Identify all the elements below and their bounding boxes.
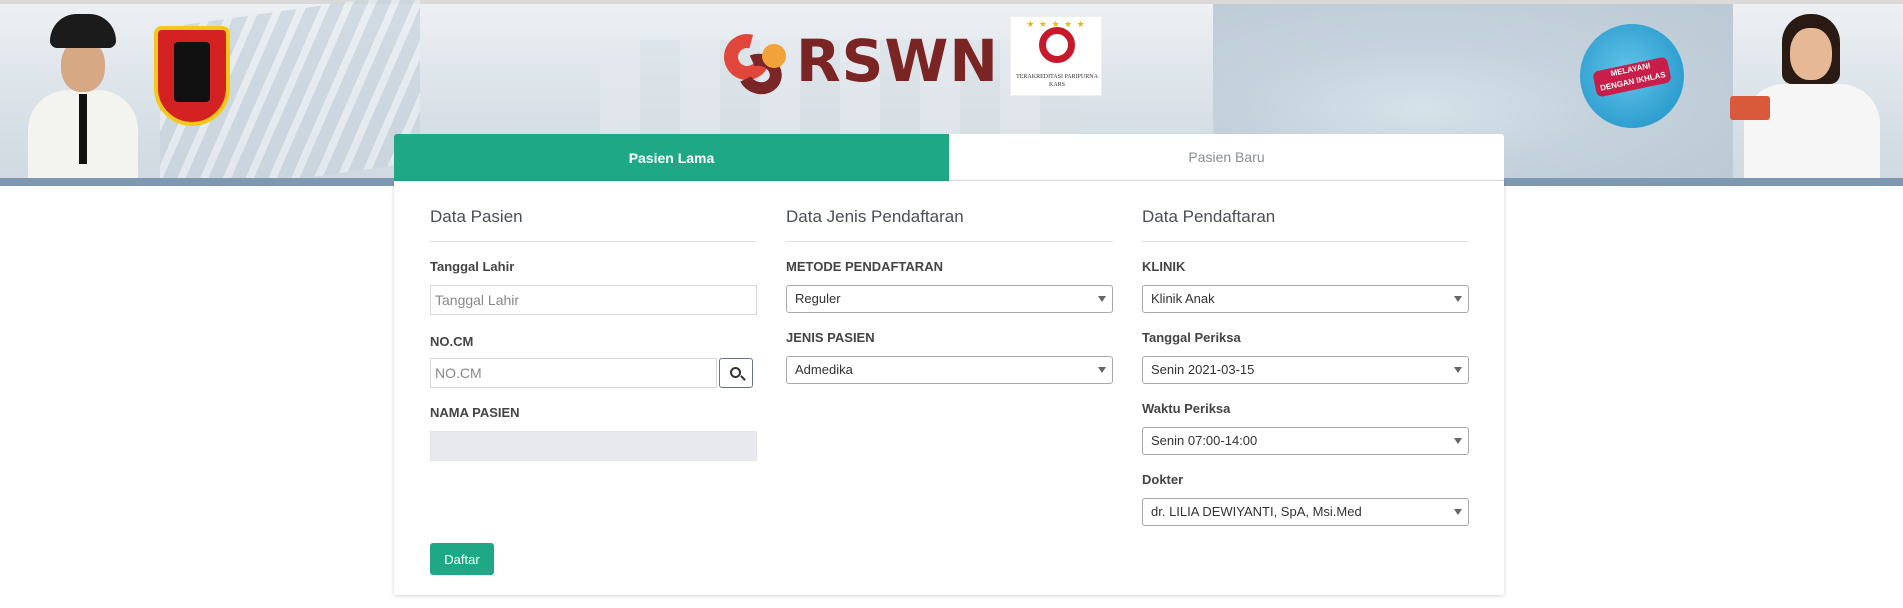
brand-name: RSWN	[796, 27, 999, 95]
tanggal-lahir-label: Tanggal Lahir	[430, 259, 515, 274]
divider	[786, 241, 1113, 242]
daftar-button[interactable]: Daftar	[430, 543, 494, 575]
registration-form-panel: Data Pasien Tanggal Lahir NO.CM NAMA PAS…	[394, 181, 1504, 595]
nocm-label: NO.CM	[430, 334, 474, 349]
divider	[1142, 241, 1469, 242]
klinik-value: Klinik Anak	[1151, 291, 1215, 306]
section-title-data-jenis-pendaftaran: Data Jenis Pendaftaran	[786, 207, 964, 226]
chevron-down-icon	[1098, 296, 1106, 302]
tanggal-periksa-label: Tanggal Periksa	[1142, 330, 1241, 345]
tanggal-periksa-value: Senin 2021-03-15	[1151, 362, 1255, 377]
tanggal-lahir-input[interactable]	[431, 286, 756, 314]
jenis-pasien-value: Admedika	[795, 362, 853, 377]
kars-caption: TERAKREDITASI PARIPURNA KARS	[1016, 74, 1098, 88]
kars-ring-icon	[1039, 27, 1075, 63]
official-portrait	[28, 10, 138, 180]
metode-pendaftaran-value: Reguler	[795, 291, 841, 306]
section-title-data-pasien: Data Pasien	[430, 207, 523, 226]
doctor-portrait	[1730, 10, 1890, 182]
card-icon	[1730, 96, 1770, 120]
nama-pasien-input	[431, 432, 756, 460]
tanggal-lahir-field	[430, 285, 757, 315]
chevron-down-icon	[1098, 367, 1106, 373]
nocm-group	[430, 358, 757, 388]
jenis-pasien-select[interactable]: Admedika	[786, 356, 1113, 384]
waktu-periksa-select[interactable]: Senin 07:00-14:00	[1142, 427, 1469, 455]
search-nocm-button[interactable]	[719, 358, 753, 388]
rswn-logo[interactable]: RSWN	[712, 24, 999, 101]
slogan-badge: MELAYANI DENGAN IKHLAS	[1580, 24, 1684, 128]
klinik-select[interactable]: Klinik Anak	[1142, 285, 1469, 313]
dokter-select[interactable]: dr. LILIA DEWIYANTI, SpA, Msi.Med	[1142, 498, 1469, 526]
nama-pasien-field	[430, 431, 757, 461]
chevron-down-icon	[1454, 438, 1462, 444]
chevron-down-icon	[1454, 367, 1462, 373]
tanggal-periksa-select[interactable]: Senin 2021-03-15	[1142, 356, 1469, 384]
dokter-value: dr. LILIA DEWIYANTI, SpA, Msi.Med	[1151, 504, 1362, 519]
klinik-label: KLINIK	[1142, 259, 1186, 274]
metode-pendaftaran-label: METODE PENDAFTARAN	[786, 259, 943, 274]
tab-pasien-baru[interactable]: Pasien Baru	[949, 134, 1504, 181]
nocm-input[interactable]	[431, 359, 716, 387]
nama-pasien-label: NAMA PASIEN	[430, 405, 520, 420]
waktu-periksa-value: Senin 07:00-14:00	[1151, 433, 1258, 448]
kars-accreditation-logo: ★ ★ ★ ★ ★ TERAKREDITASI PARIPURNA KARS	[1010, 16, 1102, 96]
chevron-down-icon	[1454, 296, 1462, 302]
semarang-crest-icon	[154, 26, 230, 126]
divider	[430, 241, 757, 242]
waktu-periksa-label: Waktu Periksa	[1142, 401, 1231, 416]
dokter-label: Dokter	[1142, 472, 1184, 487]
chevron-down-icon	[1454, 509, 1462, 515]
registration-tabs: Pasien Lama Pasien Baru	[394, 134, 1504, 181]
metode-pendaftaran-select[interactable]: Reguler	[786, 285, 1113, 313]
slogan-text: MELAYANI DENGAN IKHLAS	[1592, 56, 1672, 98]
jenis-pasien-label: JENIS PASIEN	[786, 330, 875, 345]
rswn-logo-icon	[712, 24, 788, 101]
tab-pasien-lama[interactable]: Pasien Lama	[394, 134, 949, 181]
section-title-data-pendaftaran: Data Pendaftaran	[1142, 207, 1276, 226]
nocm-field	[430, 358, 717, 388]
